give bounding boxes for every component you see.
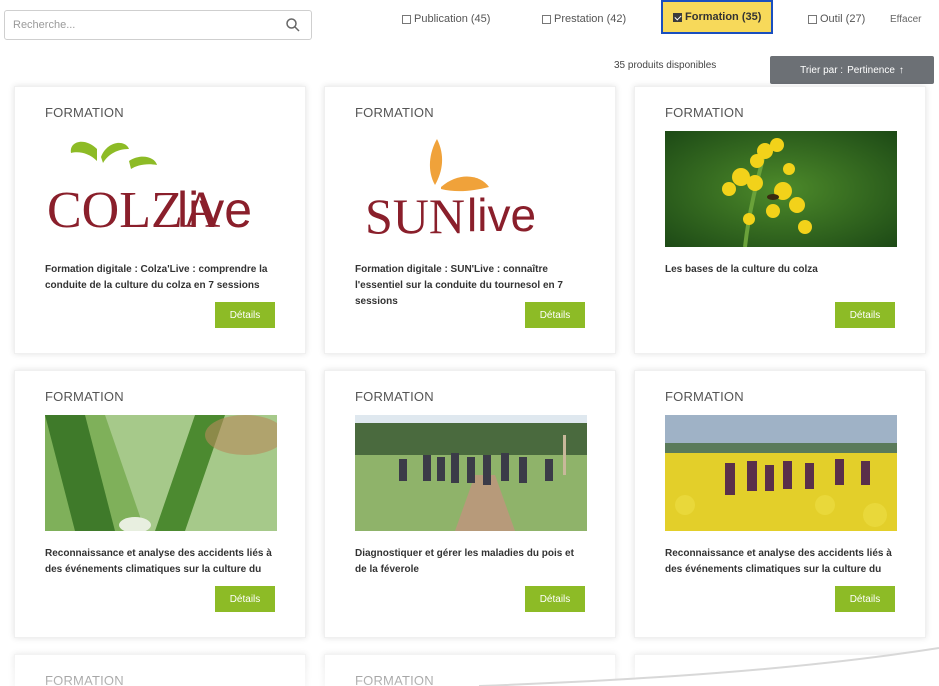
details-button[interactable]: Détails	[215, 586, 275, 612]
results-count: 35 produits disponibles	[614, 60, 717, 71]
sort-arrow-icon: ↑	[898, 64, 904, 76]
search-icon[interactable]	[285, 17, 301, 33]
checkbox-icon[interactable]	[542, 14, 551, 24]
clear-filters-link[interactable]: Effacer	[890, 4, 922, 34]
product-card[interactable]: FORMATION Les bases de la culture du col…	[634, 86, 926, 354]
logo-word: live	[467, 189, 536, 241]
sort-button[interactable]: Trier par : Pertinence ↑	[770, 56, 934, 84]
page-curl-shadow	[479, 647, 939, 686]
card-title[interactable]: Diagnostiquer et gérer les maladies du p…	[355, 546, 587, 578]
filter-prestation[interactable]: Prestation (42)	[542, 4, 626, 34]
filter-label: Formation (35)	[685, 11, 762, 23]
field-group-photo	[355, 415, 587, 531]
product-card[interactable]: FORMATION COLZA live Formation digitale …	[14, 86, 306, 354]
details-button[interactable]: Détails	[215, 302, 275, 328]
details-button[interactable]: Détails	[835, 586, 895, 612]
card-type: FORMATION	[665, 389, 744, 404]
card-title[interactable]: Formation digitale : Colza'Live : compre…	[45, 262, 277, 294]
colza-field-photo	[665, 415, 897, 531]
card-title[interactable]: Les bases de la culture du colza	[665, 262, 897, 278]
details-button[interactable]: Détails	[525, 302, 585, 328]
colza-flower-photo	[665, 131, 897, 247]
card-type: FORMATION	[355, 105, 434, 120]
sun-live-logo: SUN live	[355, 131, 587, 247]
filter-label: Prestation (42)	[554, 13, 627, 25]
product-card[interactable]: FORMATION Reconnaissance et analyse des …	[14, 370, 306, 638]
checkbox-checked-icon[interactable]	[673, 12, 682, 22]
card-type: FORMATION	[45, 105, 124, 120]
card-title[interactable]: Reconnaissance et analyse des accidents …	[665, 546, 897, 578]
search-box[interactable]	[4, 10, 312, 40]
checkbox-icon[interactable]	[402, 14, 411, 24]
card-type: FORMATION	[665, 105, 744, 120]
logo-word: SUN	[365, 188, 465, 244]
product-card[interactable]: FORMATION Diagnostiquer et gérer les mal…	[324, 370, 616, 638]
logo-word: live	[177, 182, 252, 238]
card-title[interactable]: Reconnaissance et analyse des accidents …	[45, 546, 277, 578]
card-type: FORMATION	[45, 389, 124, 404]
sort-label: Trier par :	[800, 64, 844, 76]
product-card[interactable]: FORMATION SUN live Formation digitale : …	[324, 86, 616, 354]
details-button[interactable]: Détails	[835, 302, 895, 328]
sort-value: Pertinence	[847, 64, 895, 76]
filter-formation[interactable]: Formation (35)	[661, 0, 774, 34]
filter-label: Outil (27)	[820, 13, 866, 25]
filter-label: Publication (45)	[414, 13, 491, 25]
details-button[interactable]: Détails	[525, 586, 585, 612]
leaf-closeup-photo	[45, 415, 277, 531]
colza-live-logo: COLZA live	[45, 131, 277, 247]
filter-publication[interactable]: Publication (45)	[402, 4, 490, 34]
card-type: FORMATION	[355, 389, 434, 404]
search-input[interactable]	[5, 11, 275, 39]
product-card[interactable]: FORMATION Reconnaissance et analyse des …	[634, 370, 926, 638]
filter-outil[interactable]: Outil (27)	[808, 4, 865, 34]
checkbox-icon[interactable]	[808, 14, 817, 24]
